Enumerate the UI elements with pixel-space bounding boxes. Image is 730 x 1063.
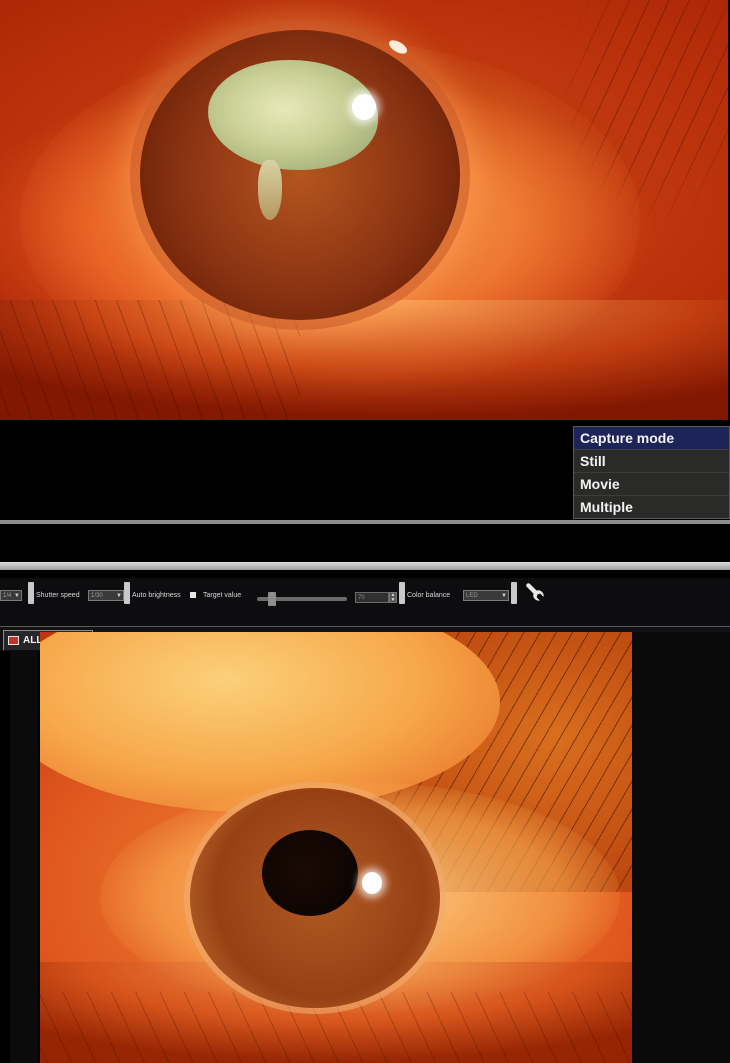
viewer-left-frame: [10, 650, 38, 1063]
top-eye-photo: [0, 0, 728, 420]
capture-mode-menu: Capture mode Still Movie Multiple: [573, 426, 730, 519]
capture-mode-multiple[interactable]: Multiple: [574, 496, 729, 518]
color-balance-value: LED: [466, 593, 478, 599]
chevron-down-icon: ▼: [501, 593, 507, 599]
corneal-opacity-tail: [258, 160, 282, 220]
gain-select[interactable]: 1/4 ▼: [0, 590, 22, 601]
shutter-speed-select[interactable]: 1/30 ▼: [88, 590, 124, 601]
chevron-down-icon: ▼: [14, 593, 20, 599]
color-balance-select[interactable]: LED ▼: [463, 590, 509, 601]
capture-mode-movie[interactable]: Movie: [574, 473, 729, 496]
monitor-bezel-edge: [0, 562, 730, 570]
color-balance-label: Color balance: [407, 592, 451, 599]
chevron-down-icon: ▼: [116, 593, 122, 599]
capture-mode-still[interactable]: Still: [574, 450, 729, 473]
capture-mode-header[interactable]: Capture mode: [574, 427, 729, 450]
auto-brightness-label: Auto brightness: [132, 592, 181, 599]
target-value-input[interactable]: 70: [355, 592, 389, 603]
viewer-right-frame: [632, 632, 730, 1063]
lower-eyelashes: [0, 300, 300, 420]
toolbar-separator-handle[interactable]: [28, 582, 34, 604]
target-value-slider-thumb[interactable]: [268, 592, 276, 606]
gain-select-value: 1/4: [3, 593, 12, 599]
target-value-spinner[interactable]: ▲ ▼: [389, 592, 397, 603]
shutter-speed-value: 1/30: [91, 593, 103, 599]
bottom-eye-photo: [40, 632, 632, 1063]
toolbar-separator-handle[interactable]: [399, 582, 405, 604]
upper-eyelashes: [500, 0, 728, 420]
auto-brightness-checkbox[interactable]: [190, 592, 196, 598]
monitor-bezel-line: [0, 520, 730, 524]
camera-toolbar: 1/4 ▼ Shutter speed 1/30 ▼ Auto brightness…: [0, 578, 730, 626]
toolbar-separator-handle[interactable]: [124, 582, 130, 604]
light-reflex: [362, 872, 382, 894]
pupil: [262, 830, 358, 916]
light-reflex: [352, 94, 376, 120]
shutter-speed-label: Shutter speed: [36, 592, 80, 599]
wrench-icon[interactable]: [520, 581, 546, 607]
target-value-label: Target value: [203, 592, 242, 599]
toolbar-separator-handle[interactable]: [511, 582, 517, 604]
images-icon: [8, 636, 19, 645]
